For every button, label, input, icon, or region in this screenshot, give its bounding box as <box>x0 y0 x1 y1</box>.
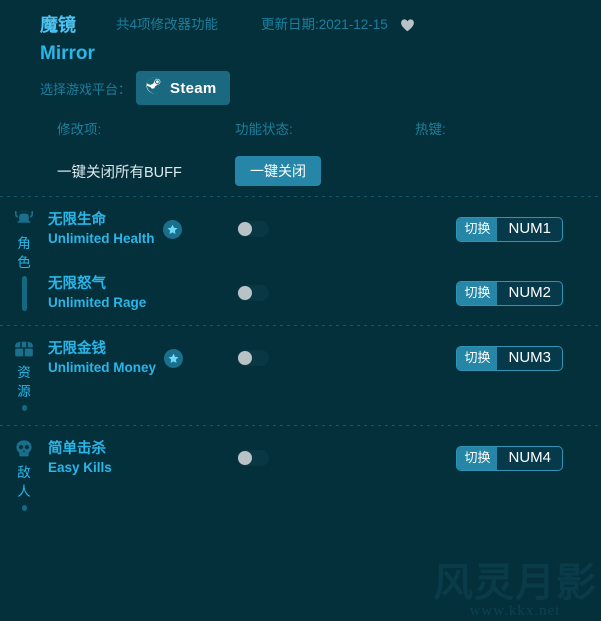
cheat-status-cell <box>235 285 415 301</box>
one-click-button-cell: 一键关闭 <box>235 156 415 186</box>
toggle-knob <box>238 222 252 236</box>
one-click-disable-button[interactable]: 一键关闭 <box>235 156 321 186</box>
category-accent-bar <box>21 405 27 411</box>
cheat-name-text: 简单击杀 Easy Kills <box>48 440 112 477</box>
cheat-name-en: Unlimited Health <box>48 230 155 246</box>
header-top-row: 魔镜 共4项修改器功能 更新日期:2021-12-15 <box>40 14 601 36</box>
cheat-hotkey-cell: 切换 NUM3 <box>415 345 601 371</box>
column-header-name: 修改项: <box>57 121 102 137</box>
cheat-name-en: Easy Kills <box>48 459 112 475</box>
hotkey-mode-label: 切换 <box>457 281 498 305</box>
app-header: 魔镜 共4项修改器功能 更新日期:2021-12-15 Mirror <box>0 0 601 66</box>
cheat-row: 无限怒气 Unlimited Rage 切换 NUM2 <box>48 261 601 325</box>
cheat-hotkey-cell: 切换 NUM1 <box>415 216 601 242</box>
category-column: 资源 <box>0 326 48 425</box>
category-label: 角色 <box>17 236 31 270</box>
platform-label: 选择游戏平台： <box>40 81 132 97</box>
site-watermark: 风灵月影 www.kkx.net <box>433 563 597 619</box>
cheat-status-cell <box>235 450 415 466</box>
platform-steam-label: Steam <box>170 79 217 97</box>
cheat-row: 简单击杀 Easy Kills 切换 NUM4 <box>48 426 601 490</box>
cheat-name-cn: 简单击杀 <box>48 440 106 457</box>
hotkey-key-label: NUM4 <box>508 448 551 466</box>
platform-selector-row: 选择游戏平台： Steam <box>0 66 601 110</box>
hotkey-button[interactable]: 切换 NUM4 <box>456 445 563 471</box>
one-click-row: 一键关闭所有BUFF 一键关闭 <box>0 146 601 196</box>
skull-icon <box>13 438 35 460</box>
cheat-rows: 简单击杀 Easy Kills 切换 NUM4 <box>48 426 601 525</box>
hotkey-key-label: NUM1 <box>508 219 551 237</box>
game-title-cn: 魔镜 <box>40 15 76 35</box>
category-label: 敌人 <box>17 465 31 499</box>
cheat-toggle-switch[interactable] <box>237 285 269 301</box>
toggle-knob <box>238 286 252 300</box>
cheat-name-text: 无限金钱 Unlimited Money <box>48 340 156 377</box>
cheat-name-cn: 无限怒气 <box>48 275 106 292</box>
star-icon[interactable] <box>164 348 184 368</box>
cheat-name-cell: 无限金钱 Unlimited Money <box>48 340 235 377</box>
category-column: 角色 <box>0 197 48 325</box>
one-click-label: 一键关闭所有BUFF <box>57 164 182 181</box>
hotkey-mode-label: 切换 <box>457 217 498 241</box>
cheat-name-en: Unlimited Rage <box>48 294 147 310</box>
column-header-hotkey: 热键: <box>415 121 446 137</box>
cheat-name-text: 无限生命 Unlimited Health <box>48 211 155 248</box>
toggle-knob <box>238 451 252 465</box>
cheat-row: 无限生命 Unlimited Health 切换 NUM1 <box>48 197 601 261</box>
column-header-status: 功能状态: <box>235 121 293 137</box>
cheat-name-en: Unlimited Money <box>48 359 157 375</box>
category-label: 资源 <box>17 365 31 399</box>
cheat-name-cn: 无限金钱 <box>48 340 106 357</box>
hotkey-key-label: NUM3 <box>508 348 551 366</box>
cheat-name-cn: 无限生命 <box>48 211 106 228</box>
cheat-section-3: 敌人 简单击杀 Easy Kills 切换 NUM4 <box>0 426 601 525</box>
watermark-url: www.kkx.net <box>469 603 561 619</box>
chest-icon <box>13 338 35 360</box>
hotkey-mode-label: 切换 <box>457 446 498 470</box>
cheat-hotkey-cell: 切换 NUM2 <box>415 280 601 306</box>
column-headers: 修改项: 功能状态: 热键: <box>0 110 601 146</box>
cheat-toggle-switch[interactable] <box>237 221 269 237</box>
hotkey-button[interactable]: 切换 NUM2 <box>456 280 563 306</box>
steam-icon <box>146 77 164 99</box>
hotkey-key-label: NUM2 <box>508 283 551 301</box>
cheat-rows: 无限生命 Unlimited Health 切换 NUM1 无限怒气 Unlimited … <box>48 197 601 325</box>
cheat-section-1: 角色 无限生命 Unlimited Health 切换 NUM1 无限怒气 Unlimite… <box>0 197 601 325</box>
category-accent-bar <box>21 276 27 311</box>
heart-icon[interactable] <box>396 14 418 36</box>
cheat-toggle-switch[interactable] <box>237 350 269 366</box>
cheat-row: 无限金钱 Unlimited Money 切换 NUM3 <box>48 326 601 390</box>
cheat-name-cell: 简单击杀 Easy Kills <box>48 440 235 477</box>
update-date-label: 更新日期:2021-12-15 <box>261 17 388 32</box>
platform-steam-button[interactable]: Steam <box>136 71 230 105</box>
category-accent-bar <box>21 505 27 511</box>
cheat-toggle-switch[interactable] <box>237 450 269 466</box>
cheat-name-cell: 无限生命 Unlimited Health <box>48 211 235 248</box>
hotkey-button[interactable]: 切换 NUM3 <box>456 345 563 371</box>
cheat-sections: 角色 无限生命 Unlimited Health 切换 NUM1 无限怒气 Unlimite… <box>0 196 601 525</box>
cheat-status-cell <box>235 221 415 237</box>
cheat-rows: 无限金钱 Unlimited Money 切换 NUM3 <box>48 326 601 425</box>
game-title-en: Mirror <box>40 43 95 64</box>
toggle-knob <box>238 351 252 365</box>
hotkey-button[interactable]: 切换 NUM1 <box>456 216 563 242</box>
cheat-status-cell <box>235 350 415 366</box>
helmet-icon <box>13 209 35 231</box>
hotkey-mode-label: 切换 <box>457 346 498 370</box>
watermark-glyphs: 风灵月影 <box>433 561 597 605</box>
cheat-hotkey-cell: 切换 NUM4 <box>415 445 601 471</box>
feature-count-label: 共4项修改器功能 <box>116 17 219 32</box>
star-icon[interactable] <box>162 219 182 239</box>
category-column: 敌人 <box>0 426 48 525</box>
cheat-name-cell: 无限怒气 Unlimited Rage <box>48 275 235 312</box>
cheat-section-2: 资源 无限金钱 Unlimited Money 切换 NUM3 <box>0 326 601 425</box>
cheat-name-text: 无限怒气 Unlimited Rage <box>48 275 146 312</box>
